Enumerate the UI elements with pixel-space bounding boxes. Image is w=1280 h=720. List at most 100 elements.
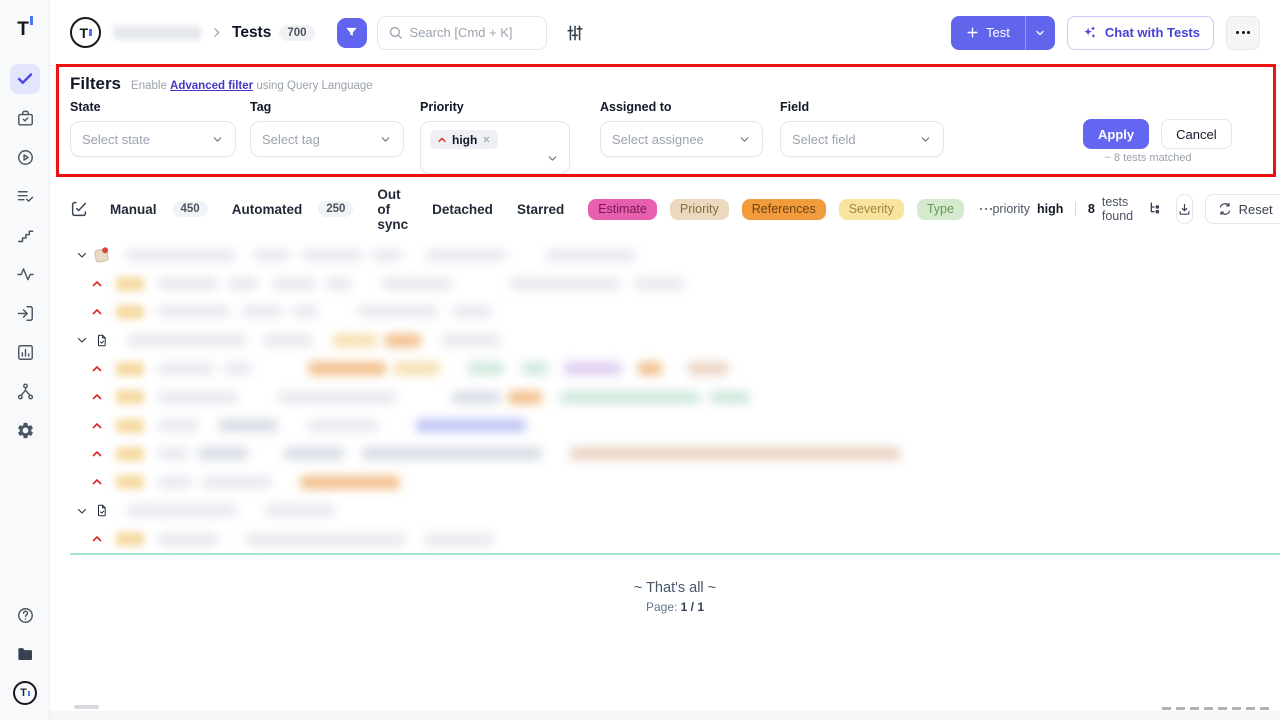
priority-high-icon[interactable] [91,278,103,290]
more-columns-button[interactable] [980,208,993,211]
app-logo-bottom-icon[interactable]: T [10,678,40,708]
chat-with-tests-button[interactable]: Chat with Tests [1067,16,1214,50]
sidebar-item-result-checks[interactable] [10,181,40,211]
new-test-button[interactable]: Test [951,16,1025,50]
priority-high-icon[interactable] [91,448,103,460]
project-name-redacted[interactable] [113,26,201,40]
badge-references[interactable]: References [742,199,826,220]
test-row[interactable] [70,411,1280,439]
download-button[interactable] [1176,194,1193,224]
priority-high-icon[interactable] [91,306,103,318]
end-of-list-note: ~ That's all ~ [634,580,716,596]
badge-priority[interactable]: Priority [670,199,729,220]
redacted-text [452,305,492,318]
sidebar-item-branches[interactable] [10,376,40,406]
redacted-text [263,334,313,347]
test-list [70,241,1280,555]
clipped-text-fragment [1162,707,1274,711]
suite-row[interactable] [70,497,1280,525]
assignee-select[interactable]: Select assignee [600,121,763,157]
sidebar-item-analytics[interactable] [10,259,40,289]
redacted-text [127,334,247,347]
filter-summary: priority high 8 tests found [992,195,1133,223]
redacted-text [292,305,318,318]
badge-estimate[interactable]: Estimate [588,199,657,220]
remove-chip-icon[interactable] [482,135,491,144]
sidebar-item-settings[interactable] [10,415,40,445]
cancel-button[interactable]: Cancel [1161,119,1231,149]
sidebar-item-steps[interactable] [10,220,40,250]
sidebar-item-projects[interactable] [10,639,40,669]
collapse-chevron-icon[interactable] [76,334,88,346]
test-row[interactable] [70,383,1280,411]
redacted-text [158,476,192,489]
priority-high-icon[interactable] [91,420,103,432]
tab-detached[interactable]: Detached [432,202,493,217]
sidebar-item-help[interactable] [10,600,40,630]
new-test-split-button: Test [951,16,1055,50]
document-icon [95,333,109,348]
new-test-dropdown-button[interactable] [1025,16,1055,50]
reset-button[interactable]: Reset [1205,194,1280,224]
more-options-button[interactable] [1226,16,1260,50]
priority-high-chip[interactable]: high [430,130,498,149]
test-row[interactable] [70,525,1280,553]
tree-view-button[interactable] [1148,201,1164,217]
suite-row[interactable] [70,326,1280,354]
priority-select[interactable]: high [420,121,570,174]
sidebar-item-tests[interactable] [10,64,40,94]
suite-row[interactable] [70,241,1280,269]
tag-select[interactable]: Select tag [250,121,404,157]
apply-button[interactable]: Apply [1083,119,1149,149]
search-input[interactable] [410,25,530,40]
branch-icon [16,382,35,401]
view-settings-button[interactable] [565,23,585,43]
filter-group-field: Field Select field [780,100,944,157]
tab-automated[interactable]: Automated 250 [232,201,354,217]
badge-severity[interactable]: Severity [839,199,904,220]
advanced-filter-link[interactable]: Advanced filter [170,80,253,92]
sidebar-item-runs[interactable] [10,142,40,172]
tab-starred[interactable]: Starred [517,202,564,217]
divider [1075,202,1076,216]
sidebar-item-reports[interactable] [10,337,40,367]
collapse-chevron-icon[interactable] [76,505,88,517]
priority-high-icon[interactable] [91,533,103,545]
redacted-text [278,391,396,404]
redacted-text [254,249,290,262]
search-box[interactable] [377,16,547,50]
project-logo-icon[interactable]: T [70,17,101,48]
stairs-icon [16,226,35,245]
sidebar-item-test-plans[interactable] [10,103,40,133]
app-logo-icon[interactable]: T [0,16,50,41]
play-circle-icon [16,148,35,167]
redacted-text [326,277,352,290]
priority-high-icon[interactable] [91,391,103,403]
priority-high-icon[interactable] [91,476,103,488]
priority-high-icon[interactable] [91,363,103,375]
collapse-chevron-icon[interactable] [76,249,88,261]
test-row[interactable] [70,298,1280,326]
test-row[interactable] [70,269,1280,297]
pagination: Page: 1 / 1 [646,600,704,614]
tab-out-of-sync[interactable]: Out of sync [377,187,408,232]
test-row[interactable] [70,440,1280,468]
redacted-text [302,249,362,262]
select-all-button[interactable] [70,200,88,218]
bar-chart-icon [16,343,35,362]
badge-type[interactable]: Type [917,199,964,220]
breadcrumb-section: Tests [232,24,271,42]
test-row[interactable] [70,355,1280,383]
check-icon [16,70,34,88]
field-select[interactable]: Select field [780,121,944,157]
sidebar-item-imports[interactable] [10,298,40,328]
tab-manual[interactable]: Manual 450 [110,201,208,217]
filter-funnel-button[interactable] [337,18,367,48]
state-select[interactable]: Select state [70,121,236,157]
filters-hint: Enable Advanced filter using Query Langu… [131,80,373,92]
redacted-text [416,419,526,432]
redacted-text [638,362,662,375]
filter-group-state: State Select state [70,100,236,157]
sidebar: T [0,0,50,720]
test-row[interactable] [70,468,1280,496]
